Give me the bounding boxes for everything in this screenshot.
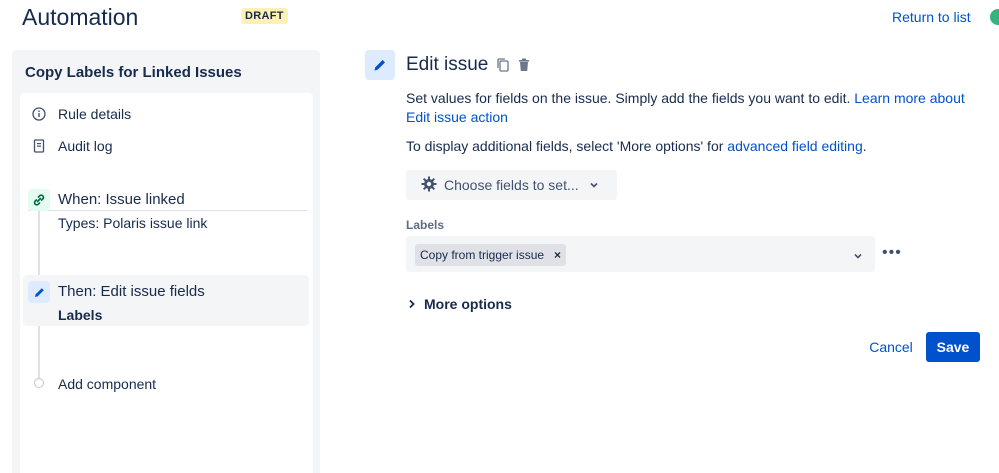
step-trigger-subtitle: Types: Polaris issue link — [58, 215, 208, 231]
sidebar-panel: Rule details Audit log When: Issue linke… — [20, 93, 313, 473]
more-options-toggle[interactable]: More options — [408, 296, 512, 312]
step-trigger-title[interactable]: When: Issue linked — [58, 191, 185, 208]
action-title: Edit issue — [406, 54, 489, 75]
copy-icon[interactable] — [495, 57, 511, 73]
step-action-title[interactable]: Then: Edit issue fields — [58, 283, 205, 300]
add-component-dot — [34, 378, 44, 388]
draft-badge: DRAFT — [241, 8, 288, 24]
document-icon — [32, 139, 46, 153]
chevron-down-icon — [589, 177, 599, 193]
nav-audit-log[interactable]: Audit log — [32, 138, 112, 154]
advanced-field-editing-link[interactable]: advanced field editing — [727, 138, 862, 154]
labels-select[interactable]: Copy from trigger issue × — [406, 236, 875, 272]
label-tag-text: Copy from trigger issue — [420, 248, 545, 262]
additional-fields-text: To display additional fields, select 'Mo… — [406, 138, 867, 154]
sidebar-divider — [28, 210, 307, 211]
gear-icon — [420, 175, 438, 196]
rule-name: Copy Labels for Linked Issues — [25, 64, 242, 81]
chevron-down-icon[interactable] — [853, 248, 863, 266]
edit-pencil-icon — [365, 50, 395, 80]
trash-icon[interactable] — [516, 57, 532, 73]
more-actions-icon[interactable]: ••• — [882, 244, 902, 262]
remove-tag-icon[interactable]: × — [554, 248, 561, 262]
link-icon[interactable] — [28, 189, 50, 211]
cancel-button[interactable]: Cancel — [862, 332, 920, 362]
add-component-button[interactable]: Add component — [58, 376, 156, 392]
save-button[interactable]: Save — [926, 332, 980, 362]
nav-rule-details[interactable]: Rule details — [32, 106, 131, 122]
rule-sidebar: Copy Labels for Linked Issues Rule detai… — [12, 50, 320, 473]
nav-label: Audit log — [58, 138, 113, 154]
label-tag: Copy from trigger issue × — [415, 244, 567, 266]
labels-field-label: Labels — [406, 218, 445, 232]
choose-fields-label: Choose fields to set... — [444, 177, 579, 193]
page-title: Automation — [22, 4, 139, 30]
action-description: Set values for fields on the issue. Simp… — [406, 90, 965, 125]
more-options-label: More options — [424, 296, 512, 312]
chevron-right-icon — [408, 296, 416, 312]
info-icon — [32, 107, 46, 121]
choose-fields-button[interactable]: Choose fields to set... — [406, 170, 617, 200]
return-to-list-link[interactable]: Return to list — [892, 9, 971, 25]
step-action-subtitle: Labels — [58, 307, 103, 323]
pencil-icon[interactable] — [28, 281, 50, 303]
status-dot — [990, 9, 999, 25]
nav-label: Rule details — [58, 106, 132, 122]
